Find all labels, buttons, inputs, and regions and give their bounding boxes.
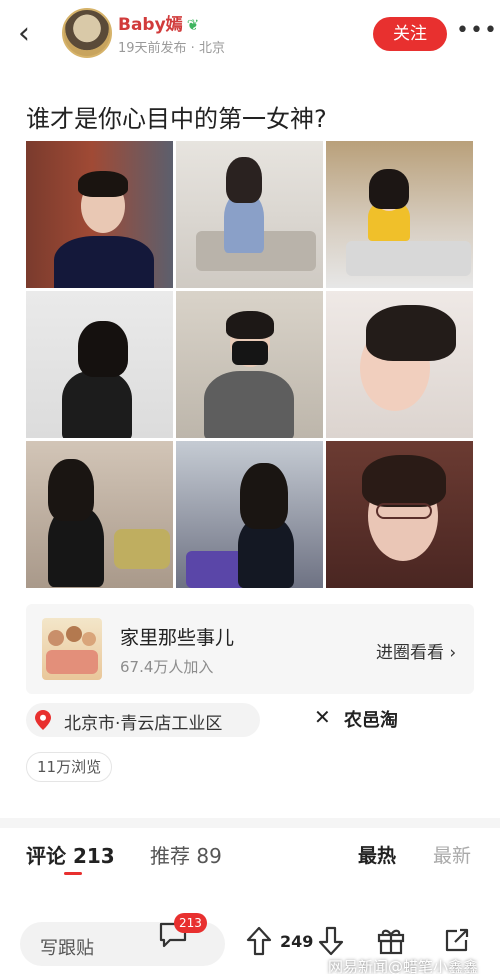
photo-grid <box>26 141 474 589</box>
tab-comments[interactable]: 评论 213 <box>26 840 115 869</box>
follow-button[interactable]: 关注 <box>373 17 447 51</box>
comment-count-badge: 213 <box>174 913 207 933</box>
photo-5[interactable] <box>176 291 323 438</box>
photo-1[interactable] <box>26 141 173 288</box>
watermark: 网易新闻@蜡笔小鑫鑫 <box>328 958 479 974</box>
upvote-icon[interactable] <box>246 926 272 956</box>
section-divider <box>0 818 500 828</box>
location-tag[interactable]: 北京市·青云店工业区 <box>26 703 260 737</box>
sort-new[interactable]: 最新 <box>433 841 471 868</box>
brand-tag[interactable]: ✕ 农邑淘 <box>314 703 434 733</box>
photo-7[interactable] <box>26 441 173 588</box>
photo-9[interactable] <box>326 441 473 588</box>
avatar[interactable] <box>62 8 112 58</box>
tab-recommend[interactable]: 推荐 89 <box>150 840 222 869</box>
photo-2[interactable] <box>176 141 323 288</box>
location-text: 北京市·青云店工业区 <box>64 714 223 734</box>
group-member-count: 67.4万人加入 <box>120 658 214 676</box>
group-name: 家里那些事儿 <box>120 627 235 649</box>
view-count: 11万浏览 <box>26 752 113 782</box>
bottom-action-bar: 写跟贴 213 249 网易新闻@蜡笔小鑫鑫 <box>0 912 500 974</box>
author-name[interactable]: Baby嫣 ❦ <box>118 10 199 35</box>
group-card[interactable]: 家里那些事儿 67.4万人加入 进圈看看 › <box>26 604 474 694</box>
post-title: 谁才是你心目中的第一女神? <box>26 105 327 133</box>
enter-group-button[interactable]: 进圈看看 › <box>376 638 456 663</box>
share-icon[interactable] <box>442 925 472 955</box>
brand-logo-icon: ✕ <box>314 705 331 729</box>
gift-icon[interactable] <box>376 925 406 955</box>
post-header: ‹ Baby嫣 ❦ 19天前发布 · 北京 关注 ••• <box>0 0 500 68</box>
reply-placeholder: 写跟贴 <box>40 938 94 959</box>
photo-6[interactable] <box>326 291 473 438</box>
post-meta: 19天前发布 · 北京 <box>118 41 225 56</box>
vote-count: 249 <box>280 932 314 951</box>
group-thumbnail <box>42 618 102 680</box>
sort-hot[interactable]: 最热 <box>358 841 396 868</box>
photo-4[interactable] <box>26 291 173 438</box>
back-icon[interactable]: ‹ <box>18 18 46 50</box>
location-pin-icon <box>35 710 51 730</box>
leaf-badge-icon: ❦ <box>186 16 200 34</box>
photo-3[interactable] <box>326 141 473 288</box>
downvote-icon[interactable] <box>318 926 344 956</box>
more-options-icon[interactable]: ••• <box>456 18 498 43</box>
comment-tabs: 评论 213 推荐 89 最热 最新 <box>0 828 500 880</box>
brand-name: 农邑淘 <box>344 710 398 731</box>
author-name-text: Baby嫣 <box>118 15 183 35</box>
photo-8[interactable] <box>176 441 323 588</box>
active-tab-indicator <box>64 872 82 875</box>
